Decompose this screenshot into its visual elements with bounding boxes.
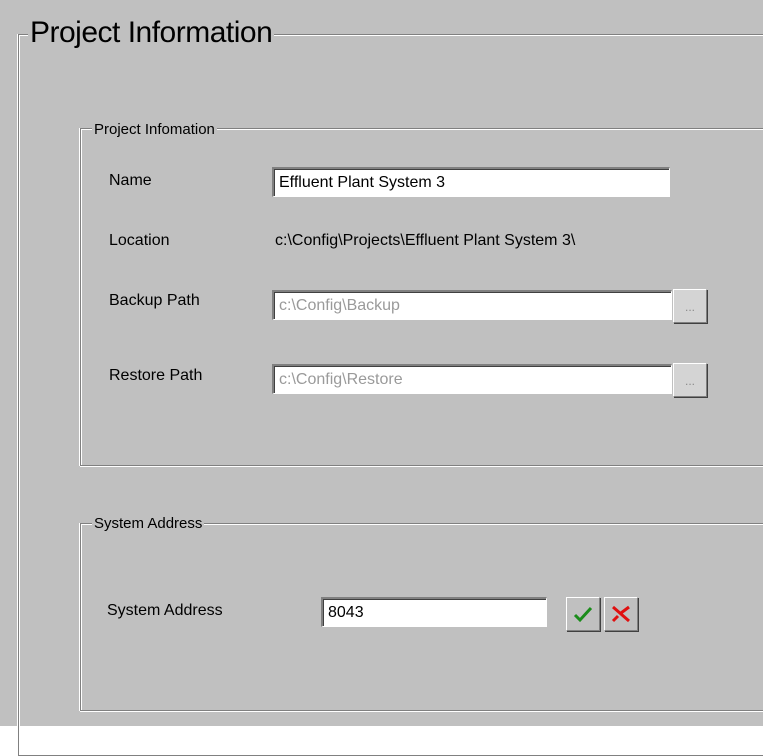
backup-path-input[interactable] [272, 290, 672, 320]
backup-path-label: Backup Path [109, 292, 200, 309]
name-label: Name [109, 172, 152, 189]
project-information-panel: Project Information Project Infomation N… [0, 0, 763, 756]
system-address-group-title: System Address [92, 515, 205, 533]
cancel-button[interactable] [604, 597, 638, 631]
system-address-input[interactable] [321, 597, 547, 627]
panel-title: Project Information [28, 14, 275, 52]
accept-button[interactable] [566, 597, 600, 631]
backup-browse-button[interactable]: ... [673, 289, 707, 323]
location-label: Location [109, 232, 170, 249]
x-icon [611, 605, 630, 623]
check-icon [573, 606, 593, 623]
name-input[interactable] [272, 167, 670, 197]
restore-path-label: Restore Path [109, 367, 203, 384]
location-value: c:\Config\Projects\Effluent Plant System… [275, 232, 576, 249]
restore-browse-button[interactable]: ... [673, 363, 707, 397]
system-address-label: System Address [107, 602, 223, 619]
project-info-group-title: Project Infomation [92, 121, 217, 139]
restore-path-input[interactable] [272, 364, 672, 394]
